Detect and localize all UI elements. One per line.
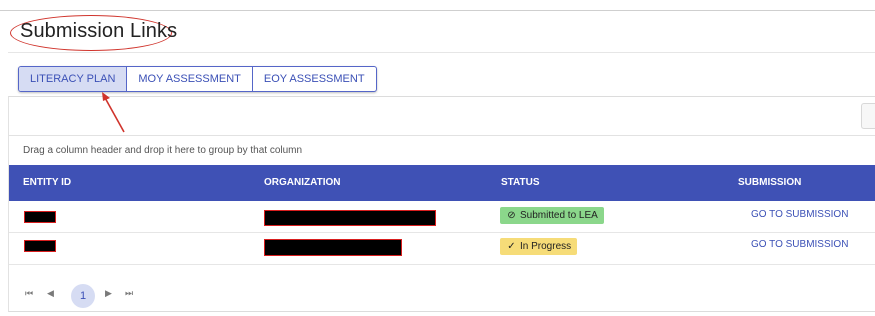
status-badge: ⊘ Submitted to LEA	[500, 207, 604, 224]
page-title: Submission Links	[20, 20, 178, 42]
check-circle-icon: ⊘	[507, 210, 516, 221]
submission-links-page: Submission Links LITERACY PLAN MOY ASSES…	[0, 0, 875, 316]
tab-literacy-plan[interactable]: LITERACY PLAN	[19, 67, 128, 91]
redacted-entity-id	[24, 240, 56, 252]
column-header-submission[interactable]: SUBMISSION	[738, 165, 801, 201]
toolbar-button[interactable]	[861, 103, 875, 129]
grid-header-row: ENTITY ID ORGANIZATION STATUS SUBMISSION	[9, 165, 875, 201]
redacted-entity-id	[24, 211, 56, 223]
table-row: ⊘ Submitted to LEA GO TO SUBMISSION	[9, 201, 875, 233]
annotation-arrow-icon	[102, 92, 125, 133]
status-label: In Progress	[520, 241, 572, 252]
redacted-organization	[264, 239, 402, 256]
grid-pager: ⏮ ◀ 1 ▶ ⏭	[9, 280, 875, 312]
page-number-current[interactable]: 1	[71, 284, 95, 308]
tab-moy-assessment[interactable]: MOY ASSESSMENT	[127, 67, 253, 91]
first-page-icon[interactable]: ⏮	[25, 288, 33, 299]
group-by-hint: Drag a column header and drop it here to…	[23, 145, 303, 156]
heading-row: Submission Links	[8, 15, 875, 53]
next-page-icon[interactable]: ▶	[105, 288, 112, 299]
prev-page-icon[interactable]: ◀	[47, 288, 54, 299]
go-to-submission-link[interactable]: GO TO SUBMISSION	[751, 239, 848, 250]
submission-tabs: LITERACY PLAN MOY ASSESSMENT EOY ASSESSM…	[18, 66, 377, 92]
table-row: ✓ In Progress GO TO SUBMISSION	[9, 233, 875, 265]
go-to-submission-link[interactable]: GO TO SUBMISSION	[751, 209, 848, 220]
column-header-organization[interactable]: ORGANIZATION	[264, 165, 340, 201]
top-divider	[0, 10, 875, 11]
column-header-status[interactable]: STATUS	[501, 165, 540, 201]
grid-toolbar	[9, 97, 875, 136]
check-icon: ✓	[507, 241, 516, 252]
submissions-grid: Drag a column header and drop it here to…	[8, 96, 875, 312]
status-label: Submitted to LEA	[520, 210, 598, 221]
status-badge: ✓ In Progress	[500, 238, 578, 255]
tab-eoy-assessment[interactable]: EOY ASSESSMENT	[253, 67, 376, 91]
last-page-icon[interactable]: ⏭	[125, 288, 133, 299]
column-header-entity-id[interactable]: ENTITY ID	[23, 165, 71, 201]
redacted-organization	[264, 210, 436, 226]
